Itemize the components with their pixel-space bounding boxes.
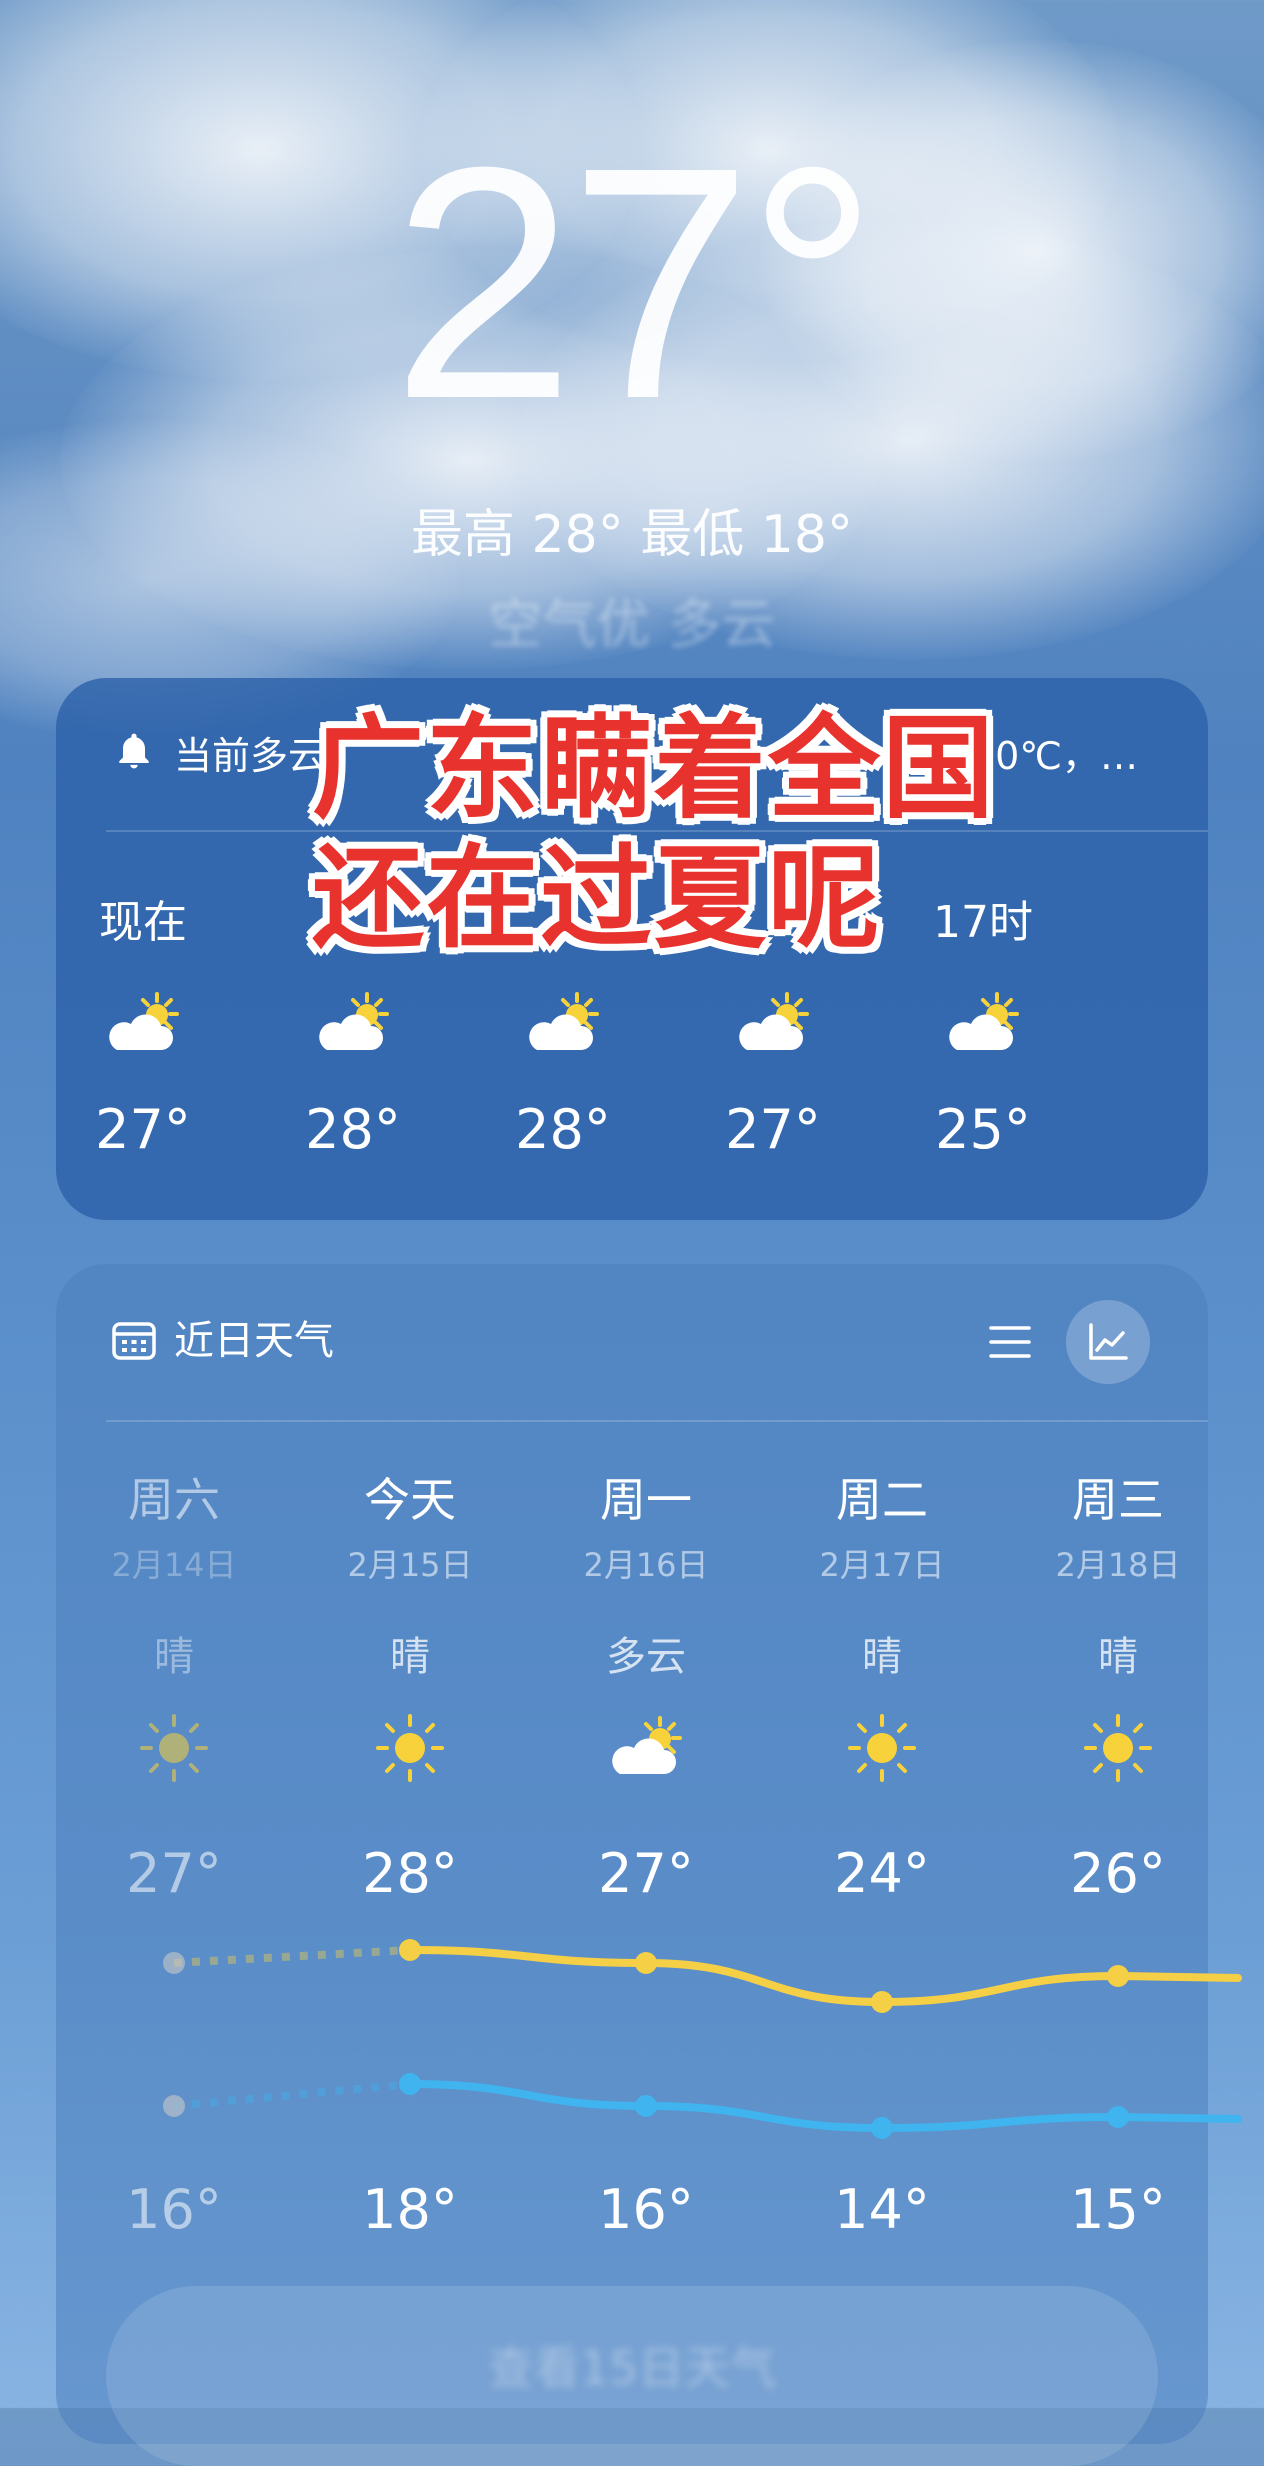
hour-temp: 27° xyxy=(725,1098,821,1161)
view-more-days-button[interactable]: 查看15日天气 xyxy=(106,2286,1158,2466)
day-condition: 晴 xyxy=(154,1634,194,1680)
high-temp-point xyxy=(871,1991,893,2013)
hour-temp: 28° xyxy=(515,1098,611,1161)
partly-cloudy-icon xyxy=(937,988,1029,1060)
high-temp-point xyxy=(635,1952,657,1974)
day-date: 2月14日 xyxy=(111,1546,237,1584)
high-low-temperature: 最高 28° 最低 18° xyxy=(411,505,853,565)
sun-icon xyxy=(374,1712,446,1784)
daily-forecast-card[interactable]: 近日天气 周六 2月14日 晴 27° 16° 今天 2月15日 晴 28° 1… xyxy=(56,1264,1242,2466)
low-temp-point xyxy=(399,2073,421,2095)
partly-cloudy-icon xyxy=(517,988,609,1060)
partly-cloudy-icon xyxy=(727,988,819,1060)
day-low-temp: 14° xyxy=(834,2178,930,2241)
day-date: 2月15日 xyxy=(347,1546,473,1584)
overlay-caption: 广东瞒着全国 还在过夏呢 xyxy=(312,704,1032,965)
low-temp-past-segment xyxy=(173,2080,411,2110)
day-condition: 多云 xyxy=(606,1634,686,1680)
partly-cloudy-icon xyxy=(97,988,189,1060)
sun-icon xyxy=(138,1712,210,1784)
day-high-temp: 27° xyxy=(126,1842,222,1905)
day-date: 2月17日 xyxy=(819,1546,945,1584)
low-temp-point xyxy=(871,2117,893,2139)
low-temp-point xyxy=(635,2095,657,2117)
bell-icon xyxy=(119,733,149,769)
day-name: 周三 xyxy=(1072,1473,1164,1527)
hour-temp: 28° xyxy=(305,1098,401,1161)
hour-label: 现在 xyxy=(99,897,187,948)
day-name: 周一 xyxy=(600,1473,692,1527)
day-date: 2月18日 xyxy=(1055,1546,1181,1584)
partly-cloudy-icon xyxy=(307,988,399,1060)
caption-line-2: 还在过夏呢 xyxy=(312,833,882,964)
sun-icon xyxy=(1082,1712,1154,1784)
day-date: 2月16日 xyxy=(583,1546,709,1584)
current-temperature: 27° xyxy=(391,98,878,467)
day-name: 周二 xyxy=(836,1473,928,1527)
alert-text: 当前多云 xyxy=(174,733,327,778)
high-temp-point xyxy=(1107,1965,1129,1987)
day-condition: 晴 xyxy=(862,1634,902,1680)
high-temp-point xyxy=(399,1939,421,1961)
day-low-temp: 16° xyxy=(598,2178,694,2241)
day-high-temp: 28° xyxy=(362,1842,458,1905)
low-temp-point xyxy=(163,2095,185,2117)
caption-line-1: 广东瞒着全国 xyxy=(312,704,996,834)
sun-icon xyxy=(846,1712,918,1784)
current-condition: 空气优 多云 xyxy=(488,593,776,656)
day-high-temp: 27° xyxy=(598,1842,694,1905)
partly-cloudy-icon xyxy=(600,1712,692,1784)
day-high-temp: 24° xyxy=(834,1842,930,1905)
view-more-days-label: 查看15日天气 xyxy=(487,2341,777,2395)
day-name: 周六 xyxy=(128,1473,220,1527)
high-temp-past-segment xyxy=(173,1946,411,1967)
day-condition: 晴 xyxy=(1098,1634,1138,1680)
day-name: 今天 xyxy=(364,1473,456,1527)
day-low-temp: 18° xyxy=(362,2178,458,2241)
hour-temp: 25° xyxy=(935,1098,1031,1161)
hour-temp: 27° xyxy=(95,1098,191,1161)
day-low-temp: 16° xyxy=(126,2178,222,2241)
day-high-temp: 26° xyxy=(1070,1842,1166,1905)
low-temp-point xyxy=(1107,2106,1129,2128)
high-temp-point xyxy=(163,1952,185,1974)
day-condition: 晴 xyxy=(390,1634,430,1680)
day-low-temp: 15° xyxy=(1070,2178,1166,2241)
